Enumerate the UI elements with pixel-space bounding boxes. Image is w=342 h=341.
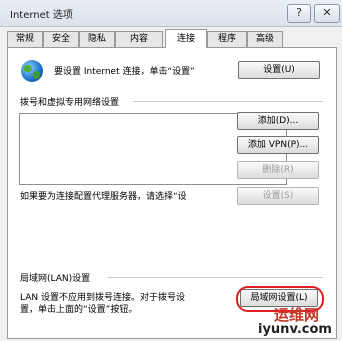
tab-content[interactable]: 内容 (115, 31, 163, 47)
tab-privacy[interactable]: 隐私 (79, 31, 115, 47)
delete-button[interactable]: 删除(R) (237, 161, 319, 179)
add-vpn-button[interactable]: 添加 VPN(P)... (237, 136, 319, 154)
dialup-separator (133, 101, 323, 102)
dialup-group-label: 拨号和虚拟专用网络设置 (20, 98, 120, 108)
tab-advanced[interactable]: 高级 (247, 31, 283, 47)
add-button[interactable]: 添加(D)... (237, 112, 319, 130)
lan-group-label: 局域网(LAN)设置 (20, 274, 91, 284)
tab-general[interactable]: 常规 (7, 31, 43, 47)
lan-separator (108, 277, 323, 278)
setup-button[interactable]: 设置(U) (238, 61, 320, 79)
close-button[interactable]: ✕ (314, 4, 340, 23)
tab-connections[interactable]: 连接 (165, 29, 207, 48)
window-title: Internet 选项 (10, 10, 73, 21)
tab-security[interactable]: 安全 (43, 31, 79, 47)
lan-text-line2: 置，单击上面的“设置”按钮。 (20, 305, 138, 315)
help-button[interactable]: ? (287, 4, 311, 23)
tab-programs[interactable]: 程序 (207, 31, 247, 47)
setup-text: 要设置 Internet 连接，单击“设置” (54, 67, 195, 77)
globe-icon (21, 60, 43, 82)
title-bar: Internet 选项 ? ✕ (0, 0, 342, 27)
proxy-text: 如果要为连接配置代理服务器，请选择“设 (20, 192, 187, 202)
watermark-en: iyunv.com (258, 322, 332, 337)
dialup-settings-button[interactable]: 设置(S) (237, 187, 319, 205)
